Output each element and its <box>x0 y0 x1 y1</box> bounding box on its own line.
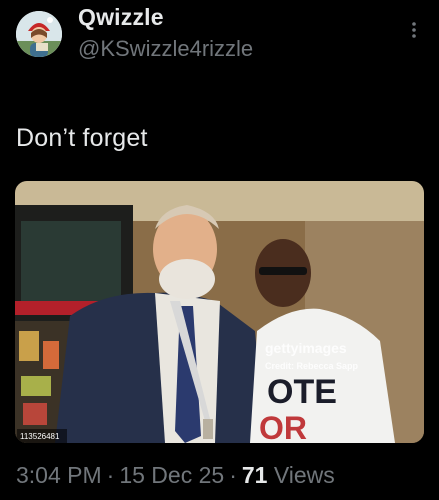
shirt-text-line2: OR <box>259 410 307 443</box>
meta-separator: · <box>106 462 115 488</box>
tweet-time: 3:04 PM <box>16 462 102 488</box>
tweet-media-photo[interactable]: OTE OR gettyimages Credit: Rebecca Sapp … <box>15 181 424 443</box>
getty-watermark: gettyimages <box>265 340 347 356</box>
photo-image-id: 113526481 <box>20 432 60 441</box>
meta-separator: · <box>229 462 237 488</box>
photo-credit: Credit: Rebecca Sapp <box>265 361 359 371</box>
photo-image: OTE OR gettyimages Credit: Rebecca Sapp … <box>15 181 424 443</box>
tweet-date: 15 Dec 25 <box>119 462 225 488</box>
author-display-name[interactable]: Qwizzle <box>78 4 164 31</box>
tweet-header: Qwizzle @KSwizzle4rizzle <box>0 0 439 70</box>
avatar-icon <box>16 11 62 57</box>
views-label: Views <box>273 462 335 488</box>
views-count: 71 <box>241 462 268 488</box>
more-vertical-icon[interactable] <box>404 18 424 42</box>
author-avatar[interactable] <box>16 11 62 57</box>
shirt-text-line1: OTE <box>267 373 337 411</box>
tweet-text: Don’t forget <box>16 124 148 152</box>
author-handle[interactable]: @KSwizzle4rizzle <box>78 36 253 62</box>
tweet-meta: 3:04 PM · 15 Dec 25 · 71 Views <box>16 462 335 489</box>
